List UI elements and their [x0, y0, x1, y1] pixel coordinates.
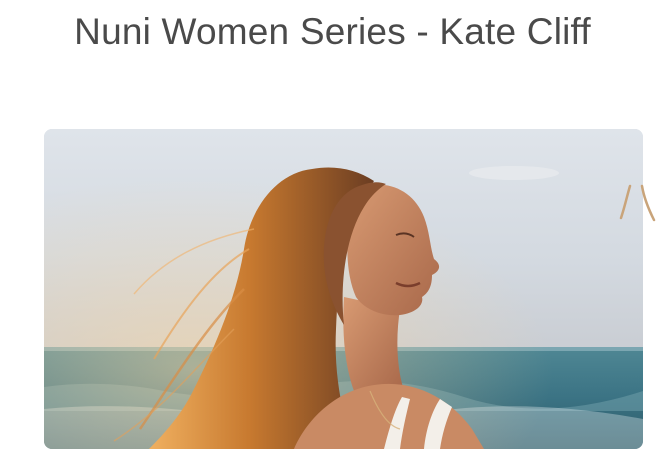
hero-photo[interactable] [44, 129, 643, 449]
portrait-photo-illustration [44, 129, 643, 449]
next-slide-peek-icon [618, 182, 658, 226]
page-title: Nuni Women Series - Kate Cliff [0, 11, 665, 53]
